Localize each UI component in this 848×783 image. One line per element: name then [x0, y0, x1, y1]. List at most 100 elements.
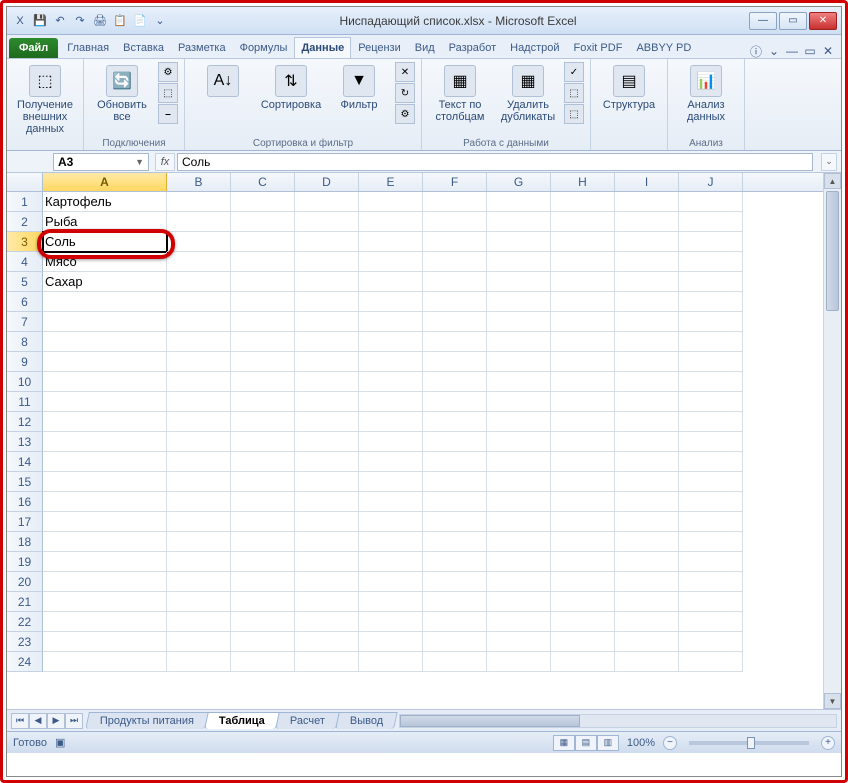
cell-D3[interactable] — [295, 232, 359, 252]
cell-G14[interactable] — [487, 452, 551, 472]
cell-E14[interactable] — [359, 452, 423, 472]
sheet-tab-Расчет[interactable]: Расчет — [275, 712, 340, 729]
row-header-15[interactable]: 15 — [7, 472, 43, 492]
qat-button-1[interactable]: 💾 — [31, 12, 49, 30]
cell-F1[interactable] — [423, 192, 487, 212]
cell-H17[interactable] — [551, 512, 615, 532]
cell-I3[interactable] — [615, 232, 679, 252]
cell-D9[interactable] — [295, 352, 359, 372]
cell-I12[interactable] — [615, 412, 679, 432]
doc-minimize-icon[interactable]: — — [785, 44, 799, 58]
column-header-G[interactable]: G — [487, 173, 551, 191]
cell-J11[interactable] — [679, 392, 743, 412]
cell-H20[interactable] — [551, 572, 615, 592]
qat-button-0[interactable]: X — [11, 12, 29, 30]
cell-F14[interactable] — [423, 452, 487, 472]
row-header-3[interactable]: 3 — [7, 232, 43, 252]
ribbon-small-2-1[interactable]: ↻ — [395, 83, 415, 103]
cell-H21[interactable] — [551, 592, 615, 612]
cell-E6[interactable] — [359, 292, 423, 312]
cell-G2[interactable] — [487, 212, 551, 232]
row-header-8[interactable]: 8 — [7, 332, 43, 352]
cell-E19[interactable] — [359, 552, 423, 572]
cell-F15[interactable] — [423, 472, 487, 492]
cell-B10[interactable] — [167, 372, 231, 392]
doc-close-icon[interactable]: ✕ — [821, 44, 835, 58]
cell-D12[interactable] — [295, 412, 359, 432]
row-header-20[interactable]: 20 — [7, 572, 43, 592]
cell-I21[interactable] — [615, 592, 679, 612]
row-header-24[interactable]: 24 — [7, 652, 43, 672]
cell-B9[interactable] — [167, 352, 231, 372]
row-header-5[interactable]: 5 — [7, 272, 43, 292]
ribbon-tab-разметка[interactable]: Разметка — [171, 37, 233, 58]
cell-H11[interactable] — [551, 392, 615, 412]
cell-D4[interactable] — [295, 252, 359, 272]
cell-D21[interactable] — [295, 592, 359, 612]
cell-F6[interactable] — [423, 292, 487, 312]
ribbon-tab-данные[interactable]: Данные — [294, 37, 351, 58]
view-layout-button[interactable]: ▤ — [575, 735, 597, 751]
cell-B11[interactable] — [167, 392, 231, 412]
cell-E3[interactable] — [359, 232, 423, 252]
cell-A2[interactable]: Рыба — [43, 212, 167, 232]
ribbon-button-1-0[interactable]: 🔄Обновить все — [90, 62, 154, 126]
ribbon-tab-разработ[interactable]: Разработ — [442, 37, 503, 58]
cell-D2[interactable] — [295, 212, 359, 232]
cell-H5[interactable] — [551, 272, 615, 292]
cell-I22[interactable] — [615, 612, 679, 632]
cell-J9[interactable] — [679, 352, 743, 372]
cell-B2[interactable] — [167, 212, 231, 232]
row-header-6[interactable]: 6 — [7, 292, 43, 312]
cell-F11[interactable] — [423, 392, 487, 412]
cell-A4[interactable]: Мясо — [43, 252, 167, 272]
cell-A11[interactable] — [43, 392, 167, 412]
zoom-out-button[interactable]: − — [663, 736, 677, 750]
cell-E4[interactable] — [359, 252, 423, 272]
cell-G17[interactable] — [487, 512, 551, 532]
ribbon-small-1-0[interactable]: ⚙ — [158, 62, 178, 82]
ribbon-button-3-1[interactable]: ▦Удалить дубликаты — [496, 62, 560, 126]
cell-G3[interactable] — [487, 232, 551, 252]
cell-B16[interactable] — [167, 492, 231, 512]
cell-G6[interactable] — [487, 292, 551, 312]
horizontal-scrollbar[interactable] — [399, 714, 837, 728]
cell-A10[interactable] — [43, 372, 167, 392]
cell-H12[interactable] — [551, 412, 615, 432]
row-header-23[interactable]: 23 — [7, 632, 43, 652]
ribbon-small-2-2[interactable]: ⚙ — [395, 104, 415, 124]
cell-F22[interactable] — [423, 612, 487, 632]
scroll-up-icon[interactable]: ▲ — [824, 173, 841, 189]
cell-J8[interactable] — [679, 332, 743, 352]
cell-H14[interactable] — [551, 452, 615, 472]
cell-H16[interactable] — [551, 492, 615, 512]
cell-G7[interactable] — [487, 312, 551, 332]
cell-H8[interactable] — [551, 332, 615, 352]
cell-I19[interactable] — [615, 552, 679, 572]
row-header-10[interactable]: 10 — [7, 372, 43, 392]
cell-D24[interactable] — [295, 652, 359, 672]
cell-C6[interactable] — [231, 292, 295, 312]
column-header-H[interactable]: H — [551, 173, 615, 191]
cell-H1[interactable] — [551, 192, 615, 212]
cell-C1[interactable] — [231, 192, 295, 212]
cell-A7[interactable] — [43, 312, 167, 332]
qat-button-5[interactable]: 📋 — [111, 12, 129, 30]
doc-restore-icon[interactable]: ▭ — [803, 44, 817, 58]
cell-I18[interactable] — [615, 532, 679, 552]
cell-D14[interactable] — [295, 452, 359, 472]
cell-D22[interactable] — [295, 612, 359, 632]
zoom-level[interactable]: 100% — [627, 737, 655, 749]
cell-H6[interactable] — [551, 292, 615, 312]
cell-F18[interactable] — [423, 532, 487, 552]
cell-A15[interactable] — [43, 472, 167, 492]
cell-E22[interactable] — [359, 612, 423, 632]
qat-button-4[interactable]: 🖨 — [91, 12, 109, 30]
cell-D6[interactable] — [295, 292, 359, 312]
qat-button-3[interactable]: ↷ — [71, 12, 89, 30]
ribbon-small-2-0[interactable]: ✕ — [395, 62, 415, 82]
cell-G24[interactable] — [487, 652, 551, 672]
cell-E13[interactable] — [359, 432, 423, 452]
cell-J22[interactable] — [679, 612, 743, 632]
ribbon-tab-главная[interactable]: Главная — [60, 37, 116, 58]
